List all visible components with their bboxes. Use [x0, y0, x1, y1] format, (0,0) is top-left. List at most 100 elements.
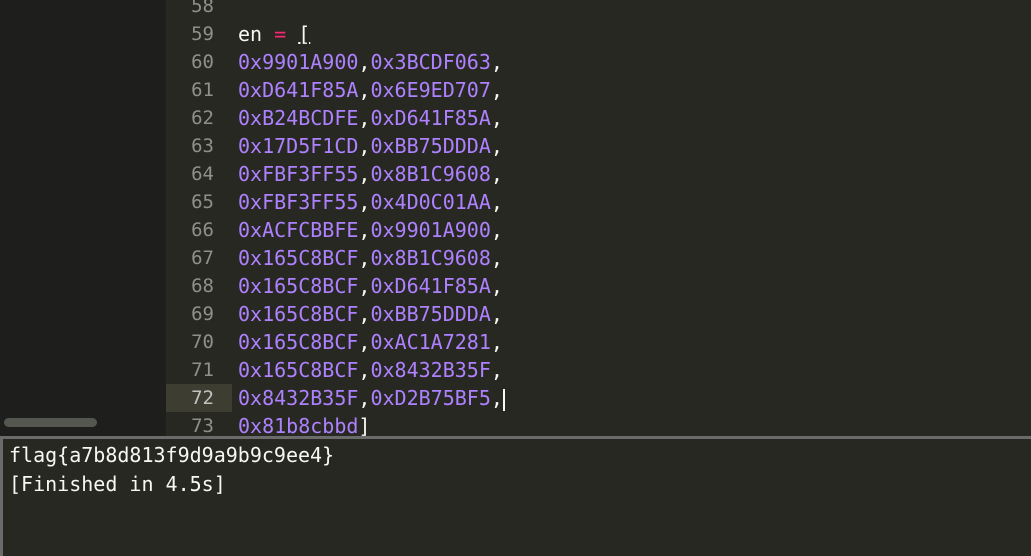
line-number: 69	[191, 303, 214, 325]
code-punctuation: ,	[358, 50, 371, 74]
line-number: 62	[191, 107, 214, 129]
line-number: 65	[191, 191, 214, 213]
code-line[interactable]: 60 0x9901A900,0x3BCDF063,	[166, 48, 1031, 76]
open-bracket: [	[298, 22, 311, 46]
code-punctuation: ,	[490, 162, 503, 186]
hex-literal: 0x165C8BCF	[238, 302, 359, 326]
code-punctuation: ,	[490, 386, 503, 410]
hex-literal: 0x165C8BCF	[238, 246, 359, 270]
code-line[interactable]: 63 0x17D5F1CD,0xBB75DDDA,	[166, 132, 1031, 160]
code-line[interactable]: 65 0xFBF3FF55,0x4D0C01AA,	[166, 188, 1031, 216]
hex-literal: 0x81b8cbbd	[238, 414, 359, 436]
hex-literal: 0x17D5F1CD	[238, 134, 359, 158]
code-line[interactable]: 61 0xD641F85A,0x6E9ED707,	[166, 76, 1031, 104]
output-flag-line: flag{a7b8d813f9d9a9b9c9ee4}	[9, 443, 335, 467]
assignment-operator: =	[274, 22, 287, 46]
code-line[interactable]: 71 0x165C8BCF,0x8432B35F,	[166, 356, 1031, 384]
code-punctuation: ,	[358, 162, 371, 186]
code-text: 0xD641F85A,0x6E9ED707,	[238, 76, 503, 104]
hex-literal: 0xBB75DDDA	[370, 302, 491, 326]
hex-literal: 0xB24BCDFE	[238, 106, 359, 130]
code-punctuation: ,	[358, 134, 371, 158]
code-punctuation: ]	[358, 414, 371, 436]
code-text: 0x165C8BCF,0x8432B35F,	[238, 356, 503, 384]
line-number: 72	[166, 384, 232, 412]
code-punctuation: ,	[358, 218, 371, 242]
hex-literal: 0x165C8BCF	[238, 274, 359, 298]
code-punctuation: ,	[490, 134, 503, 158]
hex-literal: 0x8432B35F	[370, 358, 491, 382]
hex-literal: 0x8432B35F	[238, 386, 359, 410]
code-text: 0xFBF3FF55,0x4D0C01AA,	[238, 188, 503, 216]
line-number: 64	[191, 163, 214, 185]
line-number: 73	[191, 415, 214, 436]
code-text: 0x17D5F1CD,0xBB75DDDA,	[238, 132, 503, 160]
code-punctuation: ,	[358, 190, 371, 214]
hex-literal: 0x165C8BCF	[238, 330, 359, 354]
code-punctuation: ,	[358, 330, 371, 354]
code-line[interactable]: 70 0x165C8BCF,0xAC1A7281,	[166, 328, 1031, 356]
hex-literal: 0xBB75DDDA	[370, 134, 491, 158]
code-text: 0x165C8BCF,0x8B1C9608,	[238, 244, 503, 272]
code-punctuation: ,	[358, 358, 371, 382]
text-cursor	[502, 388, 505, 411]
code-text: 0xFBF3FF55,0x8B1C9608,	[238, 160, 503, 188]
code-punctuation: ,	[358, 106, 371, 130]
code-punctuation: ,	[490, 330, 503, 354]
hex-literal: 0xAC1A7281	[370, 330, 491, 354]
code-line[interactable]: 68 0x165C8BCF,0xD641F85A,	[166, 272, 1031, 300]
code-text: 0xACFCBBFE,0x9901A900,	[238, 216, 503, 244]
hex-literal: 0xD641F85A	[370, 106, 491, 130]
line-number: 61	[191, 79, 214, 101]
code-punctuation: ,	[358, 246, 371, 270]
line-number: 63	[191, 135, 214, 157]
code-line[interactable]: 72 0x8432B35F,0xD2B75BF5,	[166, 384, 1031, 412]
hex-literal: 0x6E9ED707	[370, 78, 491, 102]
code-punctuation: ,	[490, 190, 503, 214]
code-punctuation: ,	[358, 274, 371, 298]
code-punctuation: ,	[358, 386, 371, 410]
code-line[interactable]: 59 en = [	[166, 20, 1031, 48]
code-text: 0xB24BCDFE,0xD641F85A,	[238, 104, 503, 132]
sublime-window: 58 59 en = [ 60 0x9901A900,0x3BCDF063, 61 0xD6…	[0, 0, 1031, 556]
code-text: 0x165C8BCF,0xD641F85A,	[238, 272, 503, 300]
code-line[interactable]: 62 0xB24BCDFE,0xD641F85A,	[166, 104, 1031, 132]
code-text: 0x9901A900,0x3BCDF063,	[238, 48, 503, 76]
line-number: 67	[191, 247, 214, 269]
code-punctuation: ,	[490, 358, 503, 382]
hex-literal: 0x8B1C9608	[370, 246, 491, 270]
code-line[interactable]: 66 0xACFCBBFE,0x9901A900,	[166, 216, 1031, 244]
horizontal-scrollbar[interactable]	[4, 418, 97, 427]
hex-literal: 0x4D0C01AA	[370, 190, 491, 214]
line-number: 70	[191, 331, 214, 353]
code-line[interactable]: 69 0x165C8BCF,0xBB75DDDA,	[166, 300, 1031, 328]
code-editor[interactable]: 58 59 en = [ 60 0x9901A900,0x3BCDF063, 61 0xD6…	[166, 0, 1031, 436]
code-punctuation: ,	[490, 218, 503, 242]
build-output-panel: flag{a7b8d813f9d9a9b9c9ee4} [Finished in…	[0, 439, 1031, 556]
code-punctuation: ,	[490, 302, 503, 326]
hex-literal: 0xFBF3FF55	[238, 190, 359, 214]
code-line[interactable]: 67 0x165C8BCF,0x8B1C9608,	[166, 244, 1031, 272]
code-text: 0x165C8BCF,0xAC1A7281,	[238, 328, 503, 356]
code-punctuation: ,	[358, 78, 371, 102]
code-line[interactable]: 58	[166, 0, 1031, 20]
hex-literal: 0x9901A900	[370, 218, 491, 242]
hex-literal: 0x165C8BCF	[238, 358, 359, 382]
code-line[interactable]: 73 0x81b8cbbd]	[166, 412, 1031, 436]
hex-literal: 0xD641F85A	[370, 274, 491, 298]
code-punctuation	[286, 22, 298, 46]
line-number: 59	[191, 23, 214, 45]
code-text: en = [	[238, 20, 310, 48]
code-text: 0x165C8BCF,0xBB75DDDA,	[238, 300, 503, 328]
code-line[interactable]: 64 0xFBF3FF55,0x8B1C9608,	[166, 160, 1031, 188]
code-text: 0x8432B35F,0xD2B75BF5,	[238, 384, 505, 412]
code-text: 0x81b8cbbd]	[238, 412, 370, 436]
hex-literal: 0xACFCBBFE	[238, 218, 359, 242]
hex-literal: 0x9901A900	[238, 50, 359, 74]
sidebar-pane	[0, 0, 166, 436]
code-punctuation: ,	[490, 50, 503, 74]
line-number: 71	[191, 359, 214, 381]
line-number: 60	[191, 51, 214, 73]
hex-literal: 0x8B1C9608	[370, 162, 491, 186]
code-punctuation: ,	[490, 246, 503, 270]
